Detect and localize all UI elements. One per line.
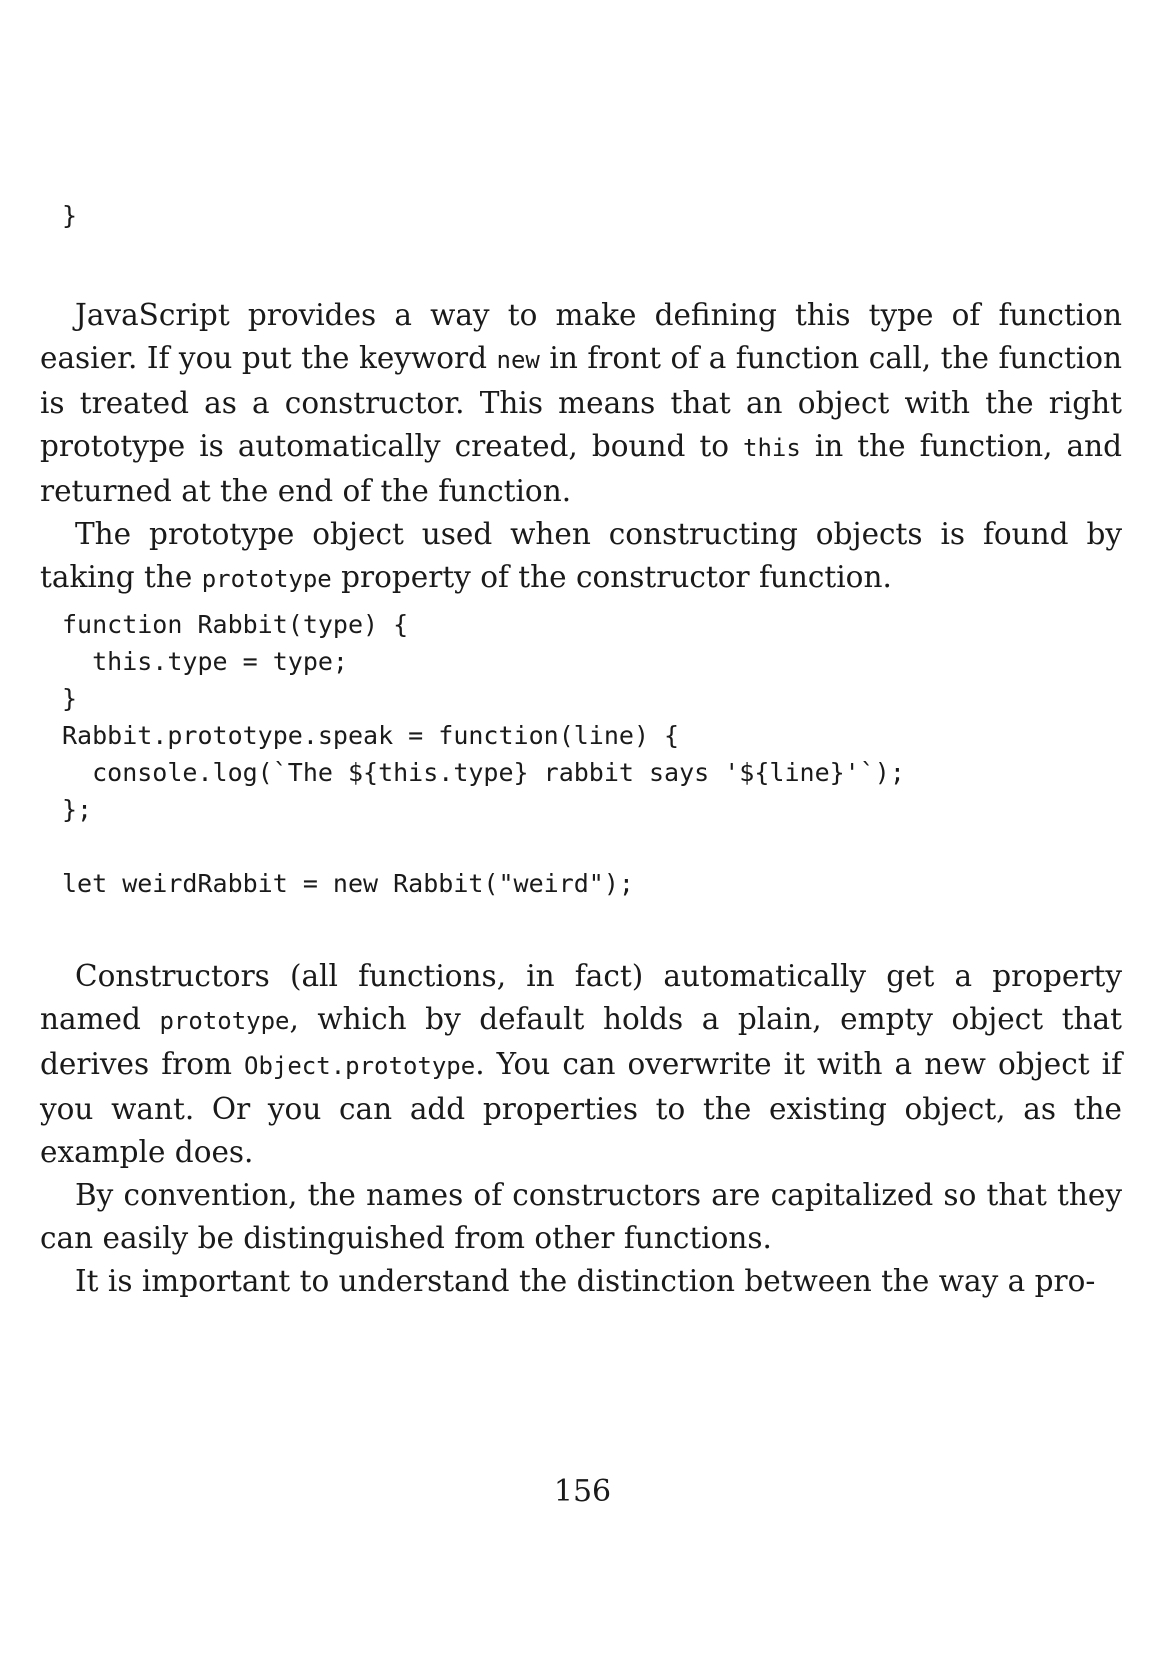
code-line: this.type = type;	[62, 647, 348, 676]
code-block: function Rabbit(type) { this.type = type…	[62, 606, 905, 902]
code-line: function Rabbit(type) {	[62, 610, 409, 639]
inline-code-object-prototype: Object.prototype	[244, 1052, 476, 1080]
code-line: let weirdRabbit = new Rabbit("weird");	[62, 869, 634, 898]
code-fragment-closing-brace: }	[62, 201, 78, 230]
book-page: } JavaScript provides a way to make defi…	[0, 0, 1165, 1654]
code-line: Rabbit.prototype.speak = function(line) …	[62, 721, 680, 750]
prose-section-upper: JavaScript provides a way to make defini…	[40, 294, 1122, 601]
inline-code-new: new	[496, 346, 540, 374]
paragraph-distinction: It is important to understand the distin…	[75, 1264, 1096, 1298]
page-number: 156	[553, 1474, 612, 1509]
code-line: console.log(`The ${this.type} rabbit say…	[62, 758, 905, 787]
inline-code-prototype: prototype	[201, 565, 332, 593]
paragraph-text: property of the constructor function.	[331, 560, 892, 594]
inline-code-prototype: prototype	[159, 1007, 290, 1035]
paragraph-new-keyword: JavaScript provides a way to make defini…	[40, 294, 1122, 513]
code-line: }	[62, 684, 78, 713]
paragraph-convention: By convention, the names of constructors…	[40, 1178, 1122, 1255]
code-line: };	[62, 795, 93, 824]
inline-code-this: this	[743, 434, 801, 462]
prose-section-lower: Constructors (all functions, in fact) au…	[40, 955, 1122, 1303]
paragraph-prototype-property: The prototype object used when construct…	[40, 513, 1122, 601]
paragraph-constructors-prototype: Constructors (all functions, in fact) au…	[40, 955, 1122, 1174]
